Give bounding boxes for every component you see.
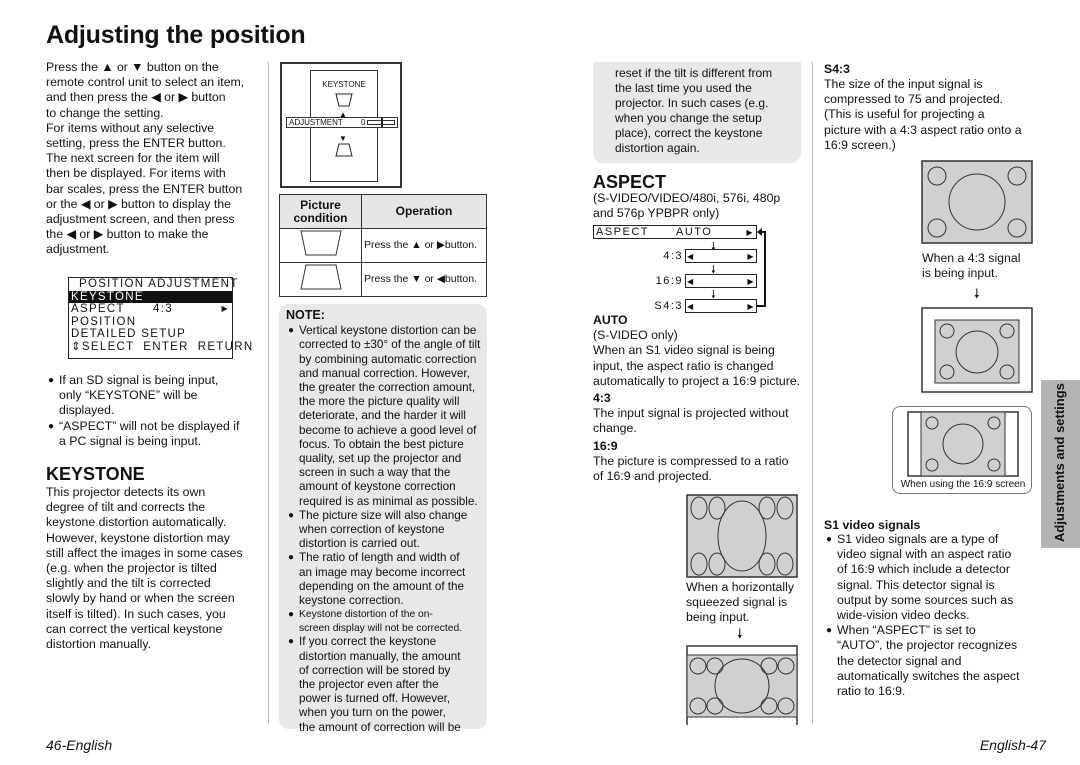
169-screen-callout: When using the 16:9 screen [892, 406, 1032, 494]
keystone-bottom-wide-icon [335, 143, 353, 157]
list-item: ● S1 video signals are a type of video si… [826, 532, 1014, 623]
s43-body: The size of the input signal is compress… [824, 77, 1022, 152]
aspect-option-s43[interactable]: ◀ ▶ [685, 299, 757, 313]
adjustment-bar[interactable]: ADJUSTMENT 0 [286, 117, 398, 128]
arrow-right-icon: ▶ [746, 228, 754, 237]
osd-item-keystone[interactable]: KEYSTONE [69, 290, 232, 303]
s43-heading: S4:3 [824, 62, 850, 76]
list-item: ● Keystone distortion of the on- screen d… [288, 609, 463, 634]
list-item: ● Vertical keystone distortion can be cor… [288, 324, 481, 508]
note-box: NOTE: ● Vertical keystone distortion can … [279, 304, 487, 734]
keystone-figure-label: KEYSTONE [322, 80, 366, 89]
loop-back-arrow [757, 228, 766, 307]
169-result-figure [686, 645, 798, 725]
table-row: Press the ▼ or ◀button. [279, 262, 487, 298]
list-item: ● If an SD signal is being input, only “K… [48, 373, 219, 418]
page-number-right: English-47 [979, 737, 1046, 753]
column-divider [812, 62, 813, 724]
s1-bullets: ● S1 video signals are a type of video si… [826, 532, 1038, 699]
aspect-option-169[interactable]: ◀ ▶ [685, 274, 757, 288]
keystone-heading: KEYSTONE [46, 464, 145, 484]
bullet-icon: ● [48, 375, 55, 386]
table-row: Press the ▲ or ▶button. [279, 227, 487, 264]
osd-item-position[interactable]: POSITION [69, 316, 232, 329]
aspect-heading: ASPECT [593, 172, 667, 192]
caption-169-screen: When using the 16:9 screen [900, 479, 1026, 490]
signal-bullets: ● If an SD signal is being input, only “K… [48, 373, 263, 449]
osd-menu-footer: ⇕SELECT ENTER RETURN [71, 340, 254, 353]
list-item: ● If you correct the keystone distortion … [288, 635, 461, 734]
slider-knob[interactable] [381, 118, 383, 127]
osd-position-menu: POSITION ADJUSTMENT KEYSTONE ASPECT 4:3 ▶ … [68, 277, 254, 359]
intro-text: Press the ▲ or ▼ button on the remote co… [46, 60, 245, 257]
col-header-operation: Operation [361, 194, 487, 229]
keystone-body: This projector detects its own degree of… [46, 485, 243, 652]
list-item: ● “ASPECT” will not be displayed if a PC … [48, 418, 240, 448]
caption-43-signal: When a 4:3 signal is being input. [922, 251, 1021, 281]
arrow-down-icon: 🠗 [974, 286, 980, 301]
col-header-condition: Picture condition [279, 194, 362, 229]
arrow-down-icon: 🠗 [737, 626, 743, 641]
bullet-icon: ● [48, 420, 55, 432]
list-item: ● The ratio of length and width of an ima… [288, 551, 466, 608]
osd-item-aspect[interactable]: ASPECT 4:3 ▶ [69, 303, 232, 316]
section-tab[interactable]: Adjustments and settings [1041, 380, 1080, 548]
squeezed-caption: When a horizontally squeezed signal is b… [686, 580, 794, 625]
43-signal-figure [921, 160, 1033, 244]
column-divider [268, 62, 269, 724]
page-number-left: 46-English [46, 737, 113, 753]
osd-item-detailed-setup[interactable]: DETAILED SETUP [69, 328, 232, 341]
note-heading: NOTE: [286, 308, 325, 322]
keystone-top-wide-icon [335, 93, 353, 107]
aspect-menu-box[interactable]: ASPECT AUTO ▶ [593, 225, 757, 239]
arrow-right-icon: ▶ [221, 304, 229, 313]
osd-menu-title: POSITION ADJUSTMENT [79, 278, 239, 290]
squeezed-picture-figure [686, 494, 798, 578]
keystone-screen-figure: KEYSTONE ▲ ADJUSTMENT 0 ▼ [280, 62, 402, 188]
aspect-menu-diagram: ASPECT AUTO ▶ 🠗 4:3 ◀ ▶ 🠗 16:9 ◀ ▶ 🠗 S4:3 … [593, 225, 773, 317]
s43-result-figure [921, 307, 1033, 393]
page-title: Adjusting the position [46, 21, 306, 49]
list-item: ● The picture size will also change when … [288, 508, 468, 551]
aspect-subtitle: (S-VIDEO/VIDEO/480i, 576i, 480p and 576p… [593, 191, 781, 221]
s1-heading: S1 video signals [824, 518, 921, 532]
note-box-continued: reset if the tilt is different from the … [593, 62, 801, 163]
trapezoid-wide-top-icon [299, 230, 342, 256]
169-screen-figure [907, 411, 1019, 477]
trapezoid-wide-bottom-icon [299, 264, 342, 290]
aspect-modes: AUTO (S-VIDEO only) When an S1 video sig… [593, 313, 801, 484]
aspect-option-43[interactable]: ◀ ▶ [685, 249, 757, 263]
list-item: ● When “ASPECT” is set to “AUTO”, the pro… [826, 623, 1020, 699]
keystone-operation-table: Picture condition Operation Press the ▲ … [279, 194, 487, 298]
